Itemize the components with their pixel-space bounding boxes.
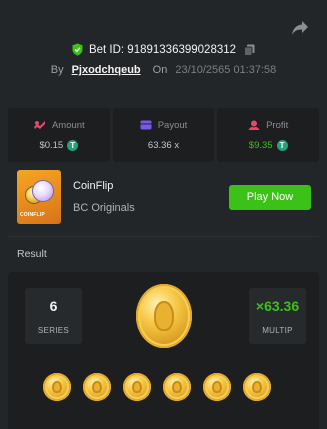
coin-result-icon xyxy=(203,373,231,401)
coin-history xyxy=(43,373,283,403)
coin-result-icon xyxy=(163,373,191,401)
series-box: 6 SERIES xyxy=(25,288,82,344)
amount-icon xyxy=(33,120,45,129)
game-provider: BC Originals xyxy=(73,202,135,214)
tether-icon: T xyxy=(67,139,79,151)
bet-id-text: Bet ID: 91891336399028312 xyxy=(88,43,237,56)
bet-id-line: Bet ID: 91891336399028312 xyxy=(0,43,327,56)
coin-result-icon xyxy=(243,373,271,401)
game-thumbnail[interactable]: COINFLIP xyxy=(17,170,61,224)
stat-payout: Payout 63.36 x xyxy=(112,108,215,162)
divider xyxy=(8,236,319,237)
username-link[interactable]: Pjxodchqeub xyxy=(72,64,141,76)
share-icon[interactable] xyxy=(291,20,309,36)
profit-icon xyxy=(248,120,260,130)
stat-profit: Profit $9.35 T xyxy=(217,108,320,162)
coin-result-icon xyxy=(83,373,111,401)
series-caption: SERIES xyxy=(37,325,70,335)
stat-payout-label: Payout xyxy=(157,119,188,131)
series-value: 6 xyxy=(49,297,58,314)
stat-amount-label: Amount xyxy=(51,119,85,131)
result-panel: 6 SERIES ×63.36 MULTIP xyxy=(8,272,319,429)
coin-result-icon xyxy=(43,373,71,401)
by-label: By xyxy=(50,64,64,76)
multiplier-caption: MULTIP xyxy=(262,325,293,335)
stat-profit-label: Profit xyxy=(266,119,289,131)
verified-shield-icon xyxy=(72,43,83,56)
bet-stats: Amount $0.15 T Payout 63.36 x Profit $9.… xyxy=(8,108,320,162)
copy-icon[interactable] xyxy=(244,44,255,56)
stat-profit-value: $9.35 xyxy=(248,139,273,151)
payout-icon xyxy=(140,120,152,130)
thumbnail-label: COINFLIP xyxy=(20,212,45,218)
coin-graphic xyxy=(32,180,54,202)
coin-result-icon xyxy=(123,373,151,401)
bet-datetime: 23/10/2565 01:37:58 xyxy=(175,64,277,76)
stat-payout-value: 63.36 x xyxy=(147,139,180,151)
stat-amount-value: $0.15 xyxy=(39,139,64,151)
tether-icon: T xyxy=(276,139,288,151)
stat-amount: Amount $0.15 T xyxy=(8,108,110,162)
author-line: By Pjxodchqeub On 23/10/2565 01:37:58 xyxy=(0,64,327,76)
result-title: Result xyxy=(17,248,47,260)
multiplier-value: ×63.36 xyxy=(255,297,300,314)
multiplier-box: ×63.36 MULTIP xyxy=(249,288,306,344)
play-now-button[interactable]: Play Now xyxy=(229,184,311,210)
result-coin xyxy=(136,284,192,348)
game-name: CoinFlip xyxy=(73,180,114,192)
game-card: COINFLIP CoinFlip BC Originals Play Now xyxy=(17,170,311,224)
on-label: On xyxy=(152,64,168,76)
